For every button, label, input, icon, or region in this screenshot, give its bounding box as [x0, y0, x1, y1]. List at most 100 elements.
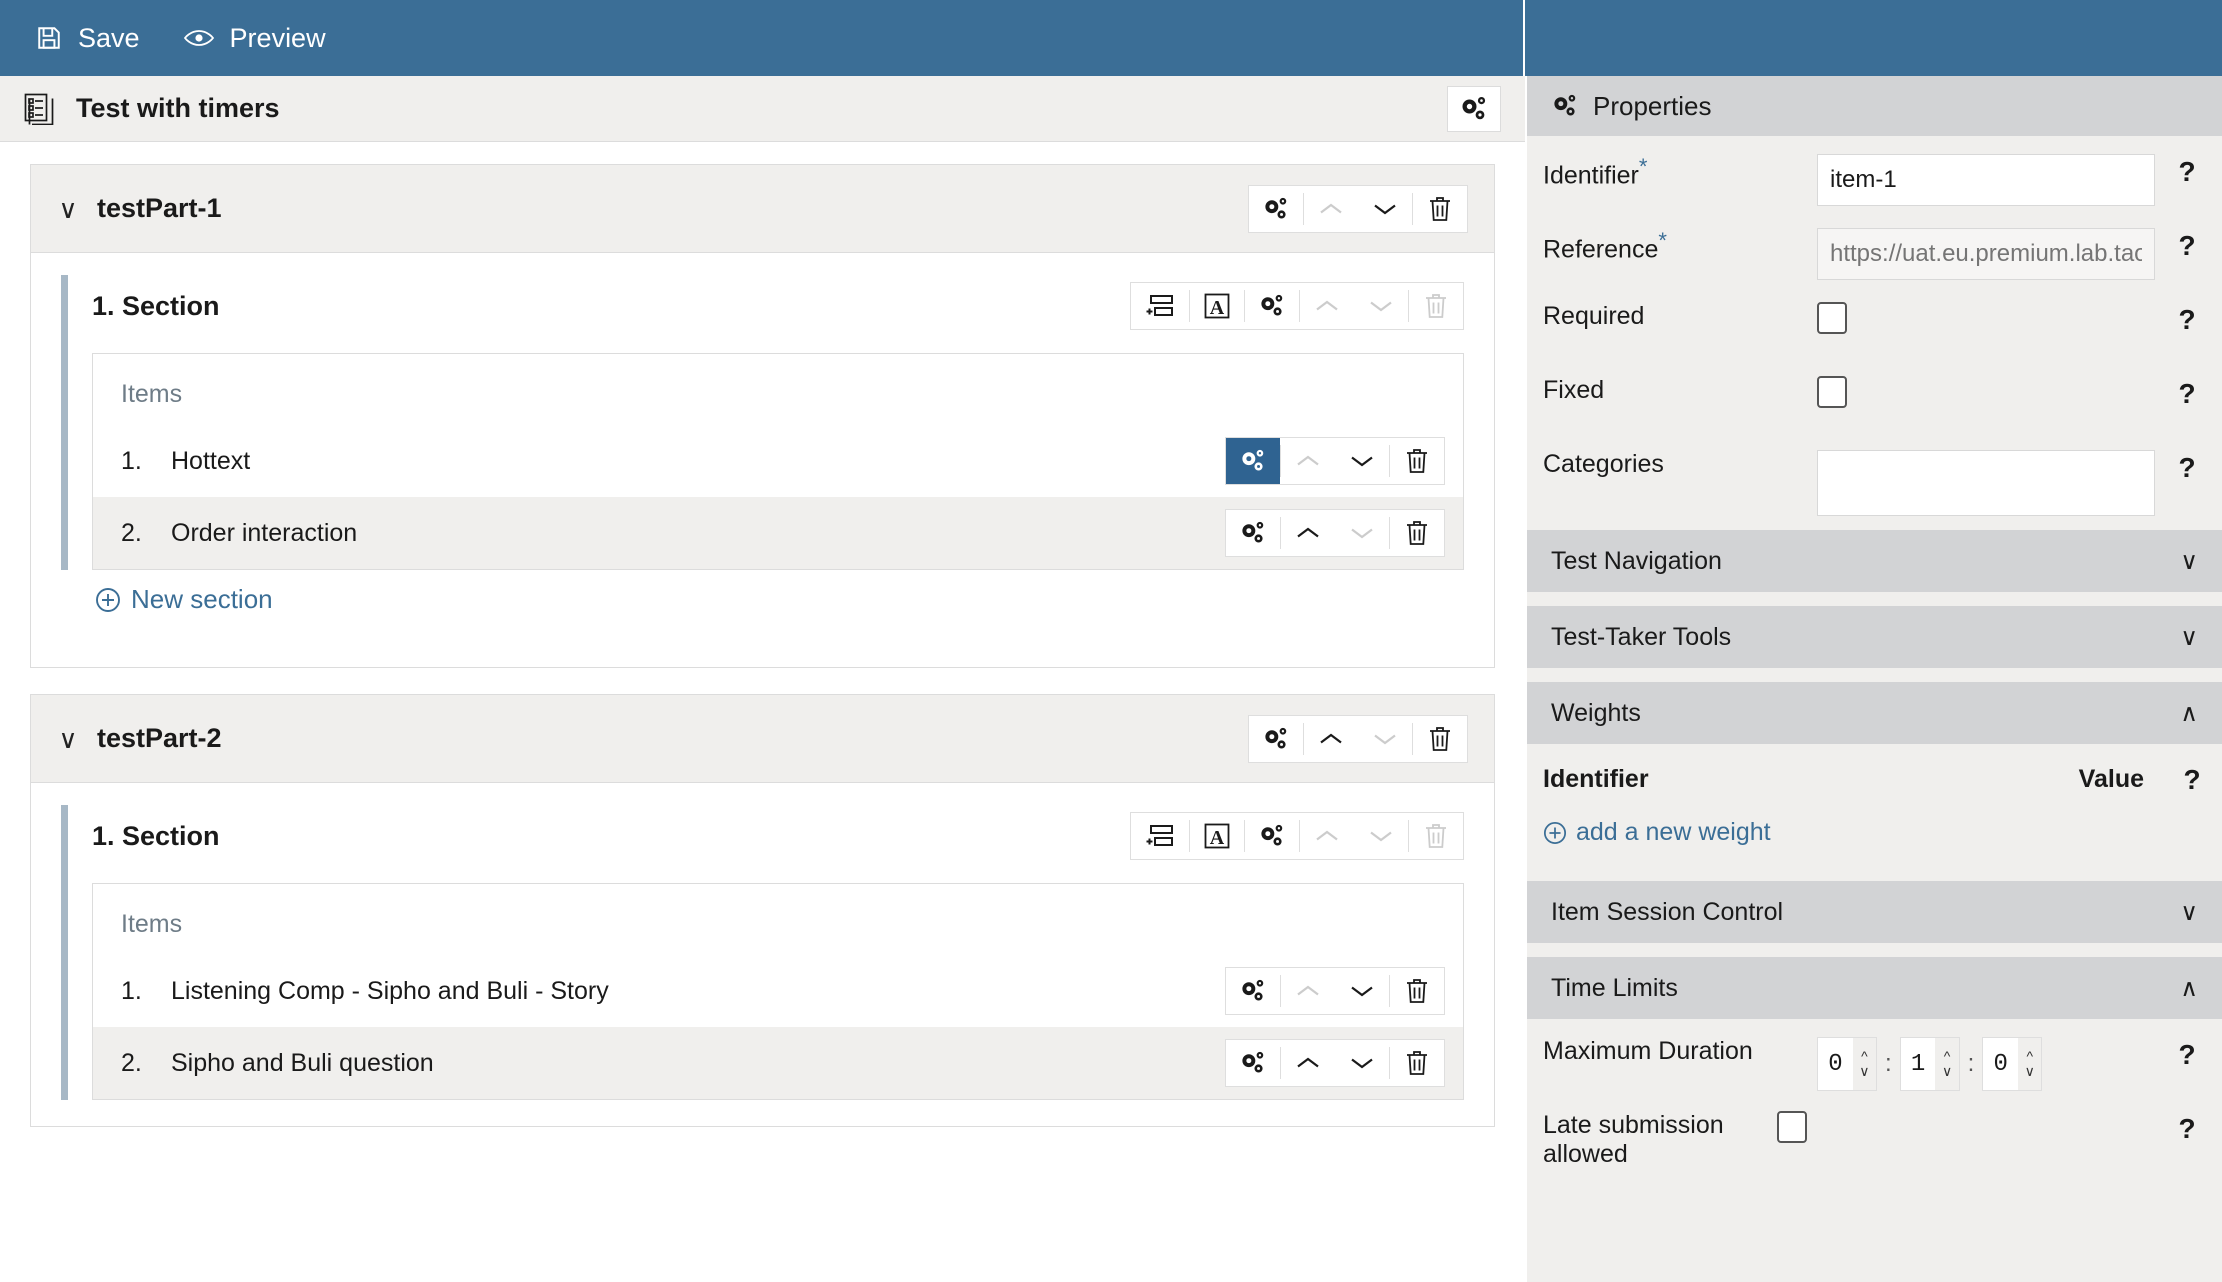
hours-increment-button[interactable]: ^ — [1861, 1049, 1868, 1064]
item-row[interactable]: 1. Hottext — [93, 425, 1463, 497]
item-delete-button[interactable] — [1390, 1040, 1444, 1086]
collapse-caret-icon[interactable]: ∨ — [57, 196, 79, 222]
item-move-down-button[interactable] — [1335, 968, 1389, 1014]
max-duration-help-icon[interactable]: ? — [2157, 1037, 2217, 1071]
minutes-stepper[interactable]: 1 ^ ∨ — [1900, 1037, 1960, 1091]
seconds-decrement-button[interactable]: ∨ — [2025, 1064, 2035, 1079]
item-row[interactable]: 1. Listening Comp - Sipho and Buli - Sto… — [93, 955, 1463, 1027]
topbar-left-zone: Save Preview — [0, 0, 1525, 76]
section-delete-button[interactable] — [1409, 283, 1463, 329]
item-number: 2. — [121, 519, 155, 548]
section: 1. Section A — [61, 805, 1464, 1100]
test-part-delete-button[interactable] — [1413, 716, 1467, 762]
section-move-up-button[interactable] — [1300, 813, 1354, 859]
test-part-move-up-button[interactable] — [1304, 716, 1358, 762]
new-section-button[interactable]: New section — [61, 570, 1464, 641]
weights-identifier-header: Identifier — [1543, 765, 2079, 794]
identifier-input[interactable] — [1817, 154, 2155, 206]
chevron-up-icon: ∧ — [2180, 974, 2198, 1003]
late-submission-help-icon[interactable]: ? — [2157, 1111, 2217, 1145]
minutes-decrement-button[interactable]: ∨ — [1942, 1064, 1952, 1079]
test-part-delete-button[interactable] — [1413, 186, 1467, 232]
item-move-down-button[interactable] — [1335, 1040, 1389, 1086]
test-part-settings-button[interactable] — [1249, 186, 1303, 232]
property-row-reference: Reference* ? — [1527, 210, 2222, 284]
item-move-down-button[interactable] — [1335, 510, 1389, 556]
item-settings-button[interactable] — [1226, 1040, 1280, 1086]
rubric-block-a-icon[interactable]: A — [1190, 813, 1244, 859]
plus-circle-icon — [1543, 821, 1567, 845]
seconds-value: 0 — [1983, 1038, 2018, 1090]
item-delete-button[interactable] — [1390, 510, 1444, 556]
required-field-wrap — [1817, 302, 2157, 334]
item-row[interactable]: 2. Order interaction — [93, 497, 1463, 569]
test-settings-button[interactable] — [1447, 86, 1501, 132]
required-asterisk: * — [1639, 154, 1648, 179]
accordion-test-taker-tools[interactable]: Test-Taker Tools ∨ — [1527, 606, 2222, 668]
add-weight-button[interactable]: add a new weight — [1527, 796, 2222, 857]
accordion-title: Test-Taker Tools — [1551, 623, 2180, 652]
seconds-stepper[interactable]: 0 ^ ∨ — [1982, 1037, 2042, 1091]
item-move-up-button[interactable] — [1281, 1040, 1335, 1086]
rubric-block-a-icon[interactable]: A — [1190, 283, 1244, 329]
seconds-increment-button[interactable]: ^ — [2026, 1049, 2033, 1064]
add-subsection-icon[interactable] — [1131, 283, 1189, 329]
categories-help-icon[interactable]: ? — [2157, 450, 2217, 484]
save-button[interactable]: Save — [14, 0, 162, 76]
item-row[interactable]: 2. Sipho and Buli question — [93, 1027, 1463, 1099]
fixed-checkbox[interactable] — [1817, 376, 1847, 408]
section-settings-button[interactable] — [1245, 813, 1299, 859]
hours-decrement-button[interactable]: ∨ — [1859, 1064, 1869, 1079]
accordion-test-navigation[interactable]: Test Navigation ∨ — [1527, 530, 2222, 592]
collapse-caret-icon[interactable]: ∨ — [57, 726, 79, 752]
item-move-up-button[interactable] — [1281, 510, 1335, 556]
section-toolbar: A — [1130, 812, 1464, 860]
item-settings-button[interactable] — [1226, 438, 1280, 484]
items-label: Items — [93, 884, 1463, 955]
item-delete-button[interactable] — [1390, 438, 1444, 484]
hours-stepper[interactable]: 0 ^ ∨ — [1817, 1037, 1877, 1091]
item-move-down-button[interactable] — [1335, 438, 1389, 484]
add-subsection-icon[interactable] — [1131, 813, 1189, 859]
preview-button[interactable]: Preview — [162, 0, 348, 76]
reference-help-icon[interactable]: ? — [2157, 228, 2217, 262]
test-part: ∨ testPart-1 — [30, 164, 1495, 668]
section-delete-button[interactable] — [1409, 813, 1463, 859]
item-settings-button[interactable] — [1226, 510, 1280, 556]
test-part-move-down-button[interactable] — [1358, 186, 1412, 232]
section-move-up-button[interactable] — [1300, 283, 1354, 329]
property-row-fixed: Fixed ? — [1527, 358, 2222, 432]
accordion-weights[interactable]: Weights ∧ — [1527, 682, 2222, 744]
test-part-toolbar — [1248, 185, 1468, 233]
item-toolbar — [1225, 437, 1445, 485]
item-number: 1. — [121, 447, 155, 476]
label-text: Identifier — [1543, 161, 1639, 189]
minutes-increment-button[interactable]: ^ — [1944, 1049, 1951, 1064]
identifier-field-wrap — [1817, 154, 2157, 206]
section-move-down-button[interactable] — [1354, 813, 1408, 859]
accordion-time-limits[interactable]: Time Limits ∧ — [1527, 957, 2222, 1019]
section-move-down-button[interactable] — [1354, 283, 1408, 329]
test-part-move-down-button[interactable] — [1358, 716, 1412, 762]
section-header: 1. Section A — [92, 805, 1464, 867]
fixed-help-icon[interactable]: ? — [2157, 376, 2217, 410]
accordion-item-session-control[interactable]: Item Session Control ∨ — [1527, 881, 2222, 943]
item-move-up-button[interactable] — [1281, 438, 1335, 484]
required-checkbox[interactable] — [1817, 302, 1847, 334]
item-settings-button[interactable] — [1226, 968, 1280, 1014]
test-part: ∨ testPart-2 — [30, 694, 1495, 1127]
section-settings-button[interactable] — [1245, 283, 1299, 329]
test-part-toolbar — [1248, 715, 1468, 763]
test-part-move-up-button[interactable] — [1304, 186, 1358, 232]
test-part-settings-button[interactable] — [1249, 716, 1303, 762]
reference-input[interactable] — [1817, 228, 2155, 280]
reference-label: Reference* — [1527, 228, 1817, 264]
required-help-icon[interactable]: ? — [2157, 302, 2217, 336]
identifier-help-icon[interactable]: ? — [2157, 154, 2217, 188]
item-delete-button[interactable] — [1390, 968, 1444, 1014]
weights-help-icon[interactable]: ? — [2162, 762, 2222, 796]
test-canvas: ∨ testPart-1 — [0, 142, 1525, 1127]
late-submission-checkbox[interactable] — [1777, 1111, 1807, 1143]
categories-input[interactable] — [1817, 450, 2155, 516]
item-move-up-button[interactable] — [1281, 968, 1335, 1014]
